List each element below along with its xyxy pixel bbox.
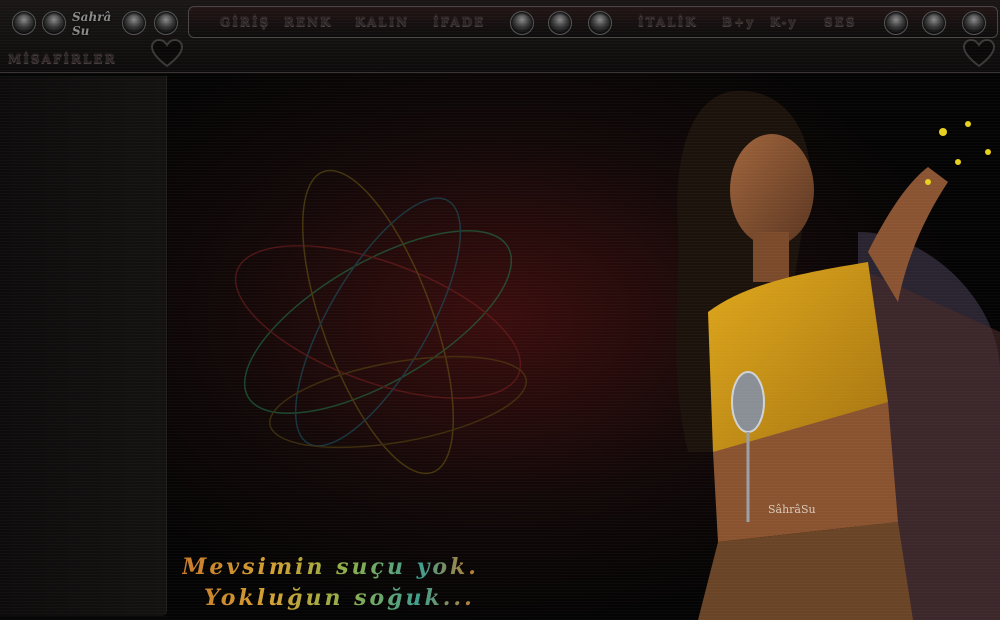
background-artwork [168,72,1000,620]
knob-button-7[interactable] [588,11,612,35]
top-toolbar: Sahrâ Su GİRİŞ RENK KALIN İFADE İTALİK B… [0,0,1000,73]
menu-item-ifade[interactable]: İFADE [433,13,485,31]
heart-icon [962,38,996,68]
menu-item-giris[interactable]: GİRİŞ [220,13,270,31]
guests-link[interactable]: MİSAFİRLER [8,52,117,66]
menu-item-bplus[interactable]: B+y [722,13,755,31]
menu-item-italik[interactable]: İTALİK [638,13,698,31]
knob-button-1[interactable] [12,11,36,35]
menu-item-kminus[interactable]: K-y [770,13,798,31]
knob-button-2[interactable] [42,11,66,35]
knob-button-9[interactable] [922,11,946,35]
artwork-image [168,72,1000,620]
poem-line-2: Yokluğun soğuk... [204,585,475,611]
poem-text: Mevsimin suçu yok. Yokluğun soğuk... [182,552,479,614]
site-logo[interactable]: Sahrâ Su [72,10,116,38]
knob-button-3[interactable] [122,11,146,35]
heart-icon [150,38,184,68]
knob-button-8[interactable] [884,11,908,35]
knob-button-6[interactable] [548,11,572,35]
menu-item-ses[interactable]: SES [824,13,856,31]
knob-button-4[interactable] [154,11,178,35]
menu-item-kalin[interactable]: KALIN [355,13,409,31]
guests-panel [0,76,167,616]
knob-button-10[interactable] [962,11,986,35]
knob-button-5[interactable] [510,11,534,35]
poem-line-1: Mevsimin suçu yok. [182,554,479,580]
menu-item-renk[interactable]: RENK [284,13,333,31]
artwork-watermark: SâhrâSu [768,503,816,516]
